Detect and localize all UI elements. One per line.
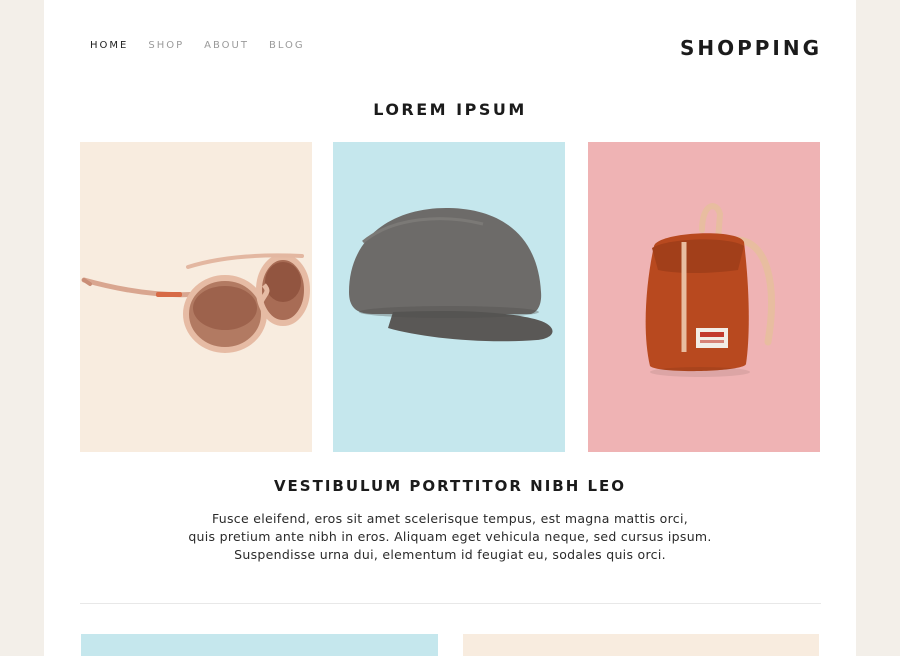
feature-line: quis pretium ante nibh in eros. Aliquam …: [188, 529, 712, 544]
site-logo[interactable]: SHOPPING: [680, 36, 822, 60]
section-divider: [80, 603, 821, 604]
nav-item-blog[interactable]: BLOG: [269, 40, 305, 52]
main-nav: HOME SHOP ABOUT BLOG: [90, 40, 325, 52]
cap-icon: [333, 142, 565, 452]
bottom-tile[interactable]: [463, 634, 819, 656]
sunglasses-icon: [80, 142, 312, 452]
product-card-backpack[interactable]: [588, 142, 820, 452]
nav-item-shop[interactable]: SHOP: [148, 40, 184, 52]
feature-line: Suspendisse urna dui, elementum id feugi…: [234, 547, 666, 562]
feature-description: Fusce eleifend, eros sit amet scelerisqu…: [150, 510, 750, 564]
page-container: HOME SHOP ABOUT BLOG SHOPPING LOREM IPSU…: [44, 0, 856, 656]
product-card-cap[interactable]: [333, 142, 565, 452]
nav-item-about[interactable]: ABOUT: [204, 40, 249, 52]
section-title: LOREM IPSUM: [373, 100, 527, 119]
nav-item-home[interactable]: HOME: [90, 40, 128, 52]
bottom-tile[interactable]: [81, 634, 438, 656]
product-card-sunglasses[interactable]: [80, 142, 312, 452]
feature-title: VESTIBULUM PORTTITOR NIBH LEO: [273, 477, 627, 495]
feature-line: Fusce eleifend, eros sit amet scelerisqu…: [211, 511, 689, 526]
backpack-icon: [588, 142, 820, 452]
